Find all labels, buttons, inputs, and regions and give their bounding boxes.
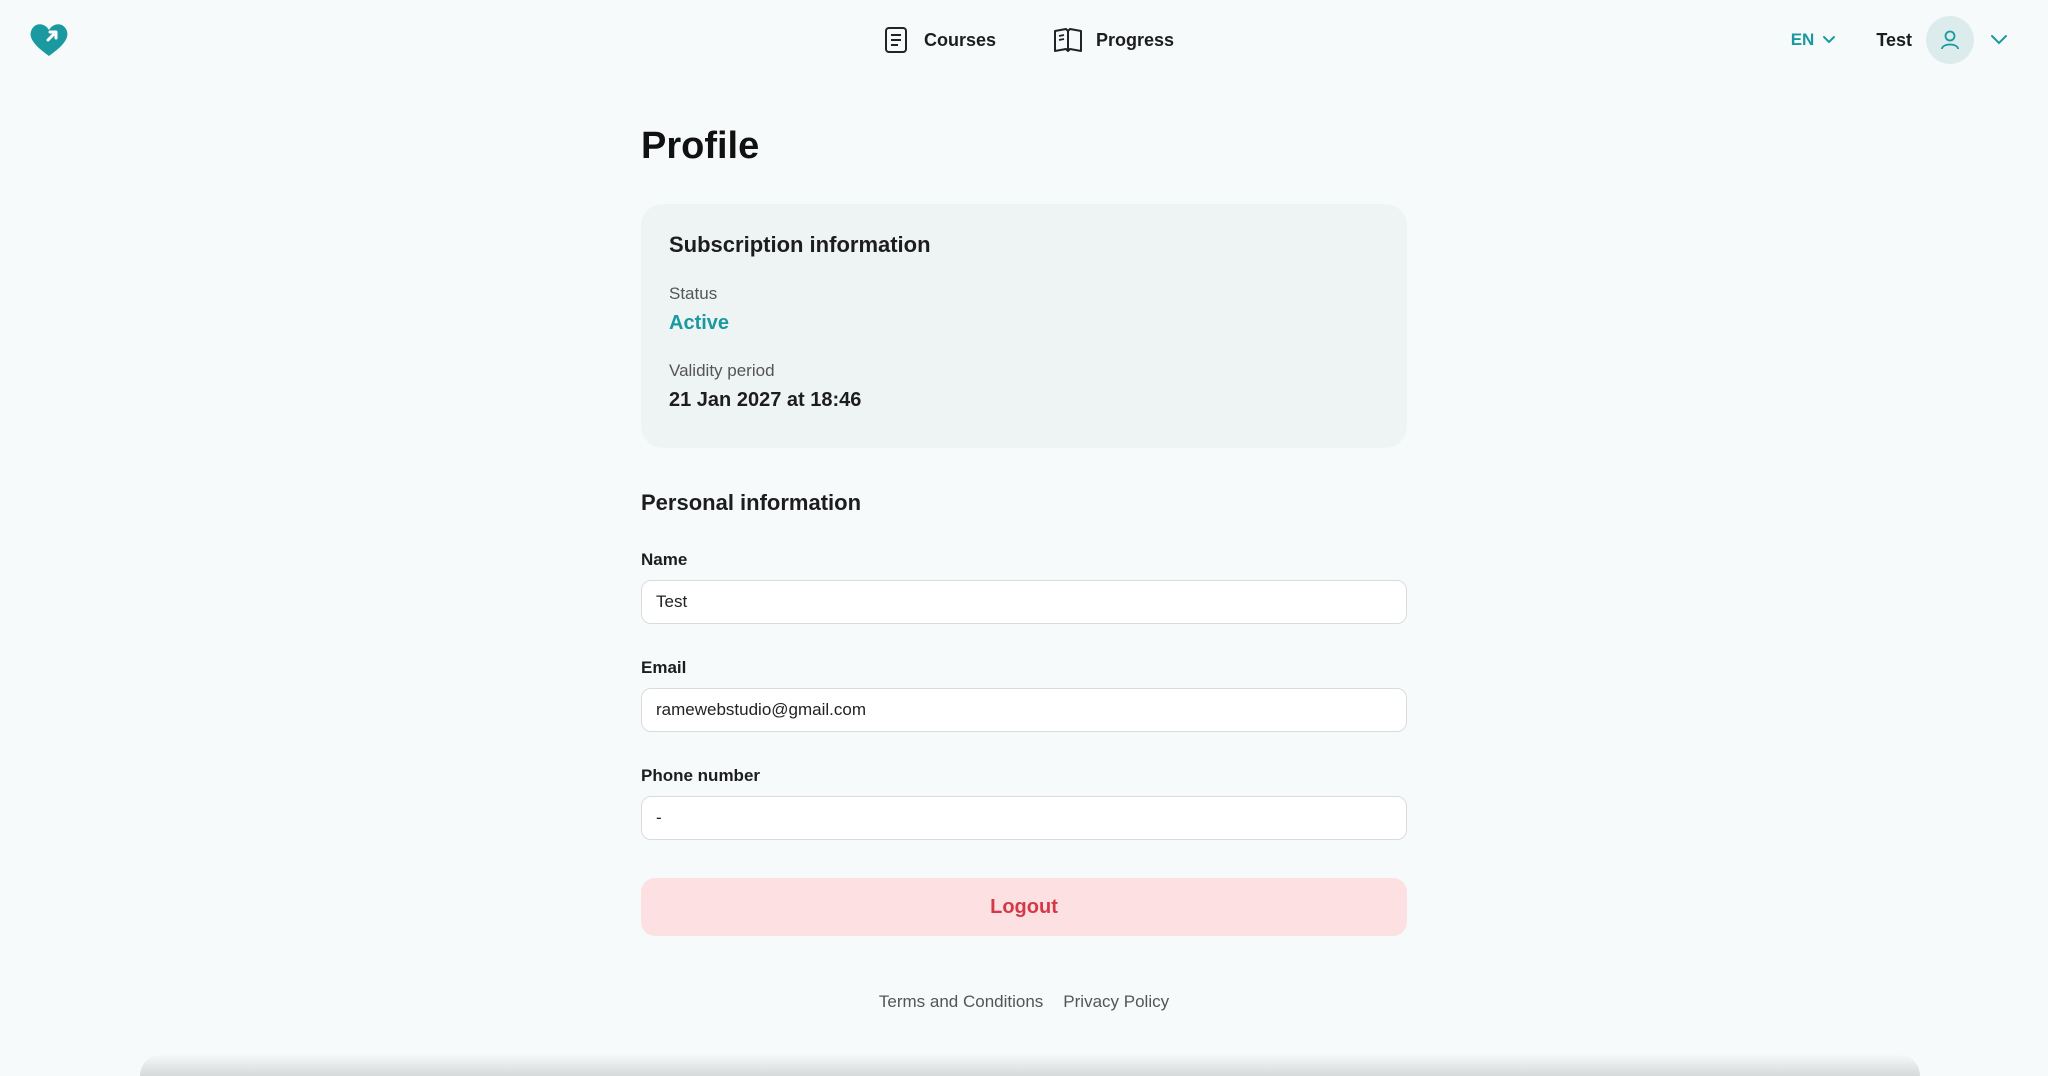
profile-content: Profile Subscription information Status …: [641, 118, 1407, 1012]
email-field[interactable]: [641, 688, 1407, 732]
nav-progress[interactable]: Progress: [1052, 22, 1174, 58]
nav-courses-label: Courses: [924, 29, 997, 50]
avatar[interactable]: [1926, 16, 1974, 64]
user-icon: [1941, 30, 1959, 50]
footer-links: Terms and Conditions Privacy Policy: [641, 992, 1407, 1012]
language-selector[interactable]: EN: [1791, 30, 1837, 50]
open-book-icon: [1054, 28, 1083, 52]
nav-progress-label: Progress: [1096, 29, 1175, 50]
user-menu-chevron-icon[interactable]: [1990, 34, 2008, 46]
user-area: EN Test: [1791, 16, 2008, 64]
top-navigation-bar: Courses Progress EN Test: [0, 0, 2048, 80]
bottom-panel-edge: [140, 1054, 1920, 1076]
status-label: Status: [669, 284, 718, 303]
terms-link[interactable]: Terms and Conditions: [879, 992, 1043, 1012]
language-label: EN: [1790, 30, 1815, 49]
phone-field[interactable]: [641, 796, 1407, 840]
name-field[interactable]: [641, 580, 1407, 624]
logout-button[interactable]: Logout: [641, 878, 1407, 936]
user-name: Test: [1876, 29, 1912, 50]
personal-info-title: Personal information: [641, 490, 862, 515]
name-label: Name: [641, 550, 688, 569]
privacy-link[interactable]: Privacy Policy: [1063, 992, 1169, 1012]
email-label: Email: [641, 658, 687, 677]
page-title: Profile: [641, 125, 760, 167]
validity-value: 21 Jan 2027 at 18:46: [669, 389, 862, 411]
status-value: Active: [669, 312, 730, 334]
nav-courses[interactable]: Courses: [880, 22, 996, 58]
validity-label: Validity period: [669, 361, 775, 380]
heart-logo-icon[interactable]: [26, 20, 72, 60]
chevron-down-icon: [1823, 36, 1836, 44]
subscription-card: Subscription information Status Active V…: [641, 204, 1407, 448]
main-nav: Courses Progress: [880, 22, 1174, 58]
document-list-icon: [885, 27, 907, 53]
phone-label: Phone number: [641, 766, 761, 785]
subscription-title: Subscription information: [669, 232, 931, 257]
